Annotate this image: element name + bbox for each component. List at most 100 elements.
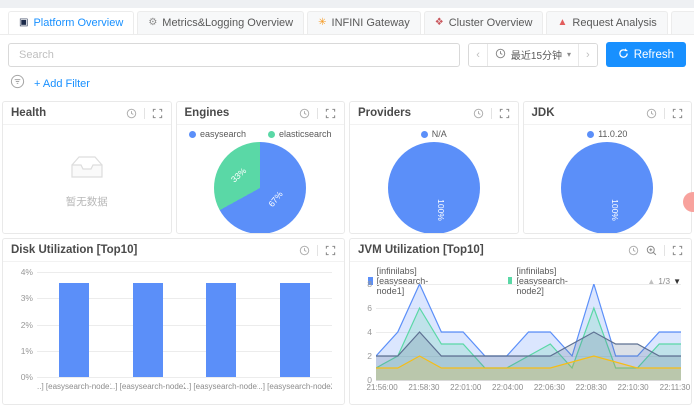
jvm-area-chart: [infinilabs] [easysearch-node1] [infinil…	[350, 262, 691, 405]
bar	[206, 283, 236, 378]
x-axis-label: ..] [easysearch-node2]	[258, 382, 332, 391]
platform-icon: ▣	[19, 18, 28, 28]
clock-icon[interactable]	[473, 108, 484, 119]
legend-item[interactable]: N/A	[421, 129, 447, 139]
panel-title: Providers	[358, 107, 411, 119]
x-axis-label: 21:58:30	[408, 383, 439, 392]
filter-row: ‹ 最近15分钟 ▾ › Refresh	[0, 35, 694, 72]
cluster-icon: ❖	[435, 18, 444, 28]
panel-engines: Engines easysearch elasticsearch	[176, 101, 346, 234]
panel-title: Disk Utilization [Top10]	[11, 244, 137, 256]
x-axis-label: 22:04:00	[492, 383, 523, 392]
panel-title: JVM Utilization [Top10]	[358, 244, 484, 256]
tab-label: Platform Overview	[33, 17, 123, 29]
tab-metrics-logging-overview[interactable]: ⚙ Metrics&Logging Overview	[137, 11, 304, 34]
filter-icon[interactable]	[10, 74, 25, 94]
panel-jdk: JDK 11.0.20 100%	[523, 101, 693, 234]
refresh-icon	[618, 48, 629, 62]
add-filter-row: + Add Filter	[0, 72, 694, 101]
clock-icon[interactable]	[299, 245, 310, 256]
x-axis-label: 22:10:30	[617, 383, 648, 392]
time-range-select[interactable]: 最近15分钟 ▾	[487, 44, 579, 66]
chevron-down-icon: ▾	[567, 50, 571, 59]
x-axis-label: ..] [easysearch-node1]	[37, 382, 111, 391]
bar	[133, 283, 163, 378]
clock-icon[interactable]	[299, 108, 310, 119]
y-axis-tick: 4%	[7, 267, 33, 277]
expand-icon[interactable]	[672, 245, 683, 256]
empty-box-illustration	[64, 151, 110, 188]
legend-item[interactable]: easysearch	[189, 129, 246, 139]
clock-icon[interactable]	[126, 108, 137, 119]
bar	[59, 283, 89, 378]
panel-title: Health	[11, 107, 46, 119]
expand-icon[interactable]	[325, 245, 336, 256]
x-axis-label: 22:08:30	[576, 383, 607, 392]
tab-label: Metrics&Logging Overview	[162, 17, 293, 29]
clock-icon[interactable]	[628, 245, 639, 256]
x-axis-label: 21:56:00	[367, 383, 398, 392]
gridline	[37, 272, 332, 273]
expand-icon[interactable]	[499, 108, 510, 119]
pie-slice-label: 100%	[609, 199, 619, 221]
gridline	[37, 377, 332, 378]
time-next-button[interactable]: ›	[579, 44, 597, 66]
panel-title: JDK	[532, 107, 555, 119]
window-top-strip	[0, 0, 694, 8]
disk-bar-chart: 4%3%2%1%0% ..] [easysearch-node1]..] [ea…	[3, 262, 344, 405]
engines-pie-chart: 67% 33%	[214, 142, 306, 234]
x-axis-line	[376, 380, 681, 381]
zoom-in-icon[interactable]	[646, 245, 657, 256]
tab-infini-gateway[interactable]: ✳ INFINI Gateway	[307, 11, 421, 34]
y-axis-tick: 3%	[7, 293, 33, 303]
legend-dot	[587, 131, 594, 138]
time-range-picker: ‹ 最近15分钟 ▾ ›	[468, 43, 597, 67]
divider	[664, 245, 665, 256]
pie-slice-label: 67%	[266, 190, 284, 210]
tab-label: INFINI Gateway	[332, 17, 410, 29]
bar	[280, 283, 310, 378]
search-input[interactable]	[8, 43, 460, 67]
legend-item[interactable]: 11.0.20	[587, 129, 627, 139]
pie-slice-label: 33%	[229, 165, 248, 184]
gateway-icon: ✳	[318, 18, 326, 28]
legend-label: N/A	[432, 129, 447, 139]
x-axis-label: 22:11:30	[660, 383, 691, 392]
y-axis-tick: 2%	[7, 320, 33, 330]
legend-label: 11.0.20	[598, 129, 627, 139]
y-axis-tick: 2	[360, 351, 372, 361]
tab-more[interactable]: —	[671, 11, 694, 34]
time-range-value: 最近15分钟	[511, 47, 562, 62]
tab-label: Cluster Overview	[449, 17, 533, 29]
expand-icon[interactable]	[672, 108, 683, 119]
panel-health: Health 暂无数据	[2, 101, 172, 234]
metrics-icon: ⚙	[148, 18, 157, 28]
dashboard-grid: Health 暂无数据 Engines	[0, 101, 694, 405]
y-axis-tick: 6	[360, 303, 372, 313]
empty-text: 暂无数据	[66, 194, 108, 209]
tab-cluster-overview[interactable]: ❖ Cluster Overview	[424, 11, 544, 34]
tab-platform-overview[interactable]: ▣ Platform Overview	[8, 11, 134, 34]
legend-dot	[189, 131, 196, 138]
time-prev-button[interactable]: ‹	[469, 44, 487, 66]
legend-item[interactable]: elasticsearch	[268, 129, 332, 139]
divider	[317, 108, 318, 119]
divider	[491, 108, 492, 119]
request-icon: ▲	[557, 18, 567, 28]
expand-icon[interactable]	[325, 108, 336, 119]
legend-dot	[268, 131, 275, 138]
legend-dot	[421, 131, 428, 138]
x-axis-label: ..] [easysearch-node1]	[185, 382, 259, 391]
dashboard-tabbar: ▣ Platform Overview ⚙ Metrics&Logging Ov…	[0, 8, 694, 35]
pie-slice-label: 100%	[436, 199, 446, 221]
clock-icon[interactable]	[646, 108, 657, 119]
divider	[317, 245, 318, 256]
expand-icon[interactable]	[152, 108, 163, 119]
legend-label: easysearch	[200, 129, 246, 139]
panel-jvm-utilization: JVM Utilization [Top10] [infinilabs] [ea…	[349, 238, 692, 405]
legend-label: elasticsearch	[279, 129, 332, 139]
add-filter-button[interactable]: + Add Filter	[34, 78, 90, 90]
refresh-button[interactable]: Refresh	[606, 42, 686, 67]
tab-request-analysis[interactable]: ▲ Request Analysis	[546, 11, 667, 34]
divider	[144, 108, 145, 119]
